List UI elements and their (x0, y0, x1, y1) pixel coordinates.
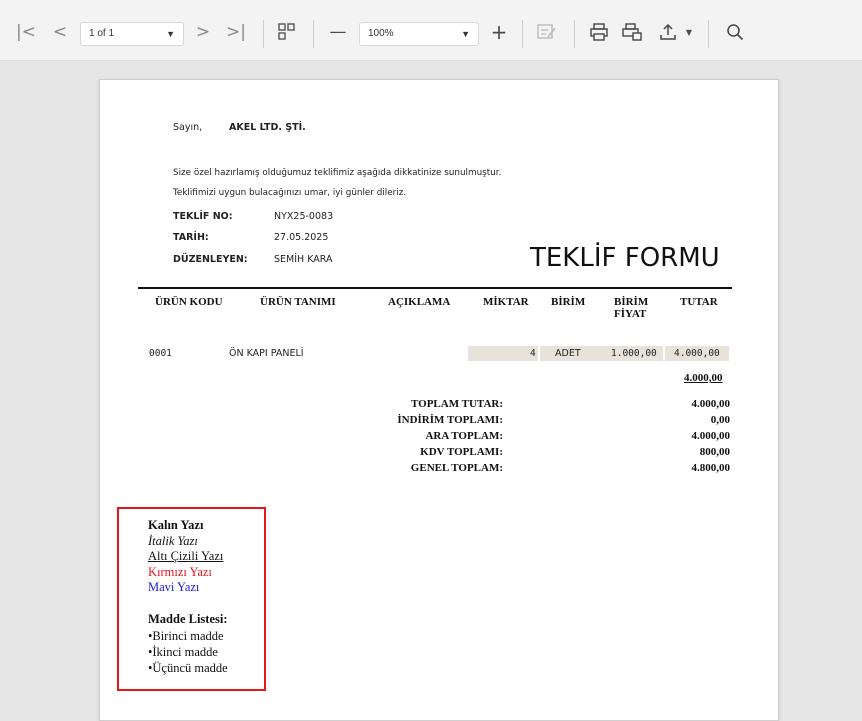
thumbnails-icon[interactable] (277, 22, 297, 42)
total-label-ara: ARA TOPLAM: (425, 430, 503, 442)
note-italic: İtalik Yazı (148, 534, 198, 548)
note-red: Kırmızı Yazı (148, 565, 212, 579)
row-total: 4.000,00 (674, 348, 720, 359)
intro-line-2: Teklifimizi uygun bulacağınızı umar, iyi… (173, 188, 407, 198)
total-value-toplam: 4.000,00 (691, 398, 731, 410)
edit-form-icon[interactable] (537, 22, 557, 42)
column-header-birim-fiyat-line1: BİRİM (614, 296, 649, 308)
last-page-icon[interactable]: >| (226, 22, 246, 42)
next-page-icon[interactable]: > (193, 22, 213, 42)
table-top-rule (138, 287, 732, 289)
toolbar-divider (313, 20, 314, 48)
total-value-kdv: 800,00 (699, 446, 730, 458)
toolbar-divider (574, 20, 575, 48)
column-header-tutar: TUTAR (680, 296, 718, 308)
note-bold: Kalın Yazı (148, 518, 204, 532)
meta-label-tarih: TARİH: (173, 232, 209, 243)
row-price: 1.000,00 (611, 348, 657, 359)
column-header-birim-fiyat: BİRİM FİYAT (614, 296, 648, 320)
greeting-label: Sayın, (173, 122, 203, 133)
row-unit: ADET (555, 348, 581, 359)
column-header-aciklama: AÇIKLAMA (388, 296, 451, 308)
toolbar-divider (708, 20, 709, 48)
meta-label-teklif-no: TEKLİF NO: (173, 211, 233, 222)
customer-name: AKEL LTD. ŞTİ. (229, 122, 306, 133)
note-blue: Mavi Yazı (148, 580, 200, 594)
toolbar-divider (263, 20, 264, 48)
zoom-select-value: 100% (368, 28, 394, 39)
document-page: Sayın, AKEL LTD. ŞTİ. Size özel hazırlam… (99, 79, 779, 721)
meta-label-duzenleyen: DÜZENLEYEN: (173, 254, 248, 265)
export-icon[interactable] (658, 22, 678, 42)
column-header-birim: BİRİM (551, 296, 586, 308)
total-value-ara: 4.000,00 (691, 430, 731, 442)
zoom-select[interactable]: 100% ▼ (359, 22, 479, 46)
total-label-indirim: İNDİRİM TOPLAMI: (397, 414, 503, 426)
list-item: •Birinci madde (148, 629, 224, 643)
total-label-kdv: KDV TOPLAMI: (420, 446, 503, 458)
note-list-title: Madde Listesi: (148, 612, 228, 626)
column-header-urun-kodu: ÜRÜN KODU (155, 296, 223, 308)
qty-cell-bg (468, 346, 538, 361)
row-qty: 4 (530, 348, 536, 359)
total-label-genel: GENEL TOPLAM: (410, 462, 503, 474)
note-underline: Altı Çizili Yazı (148, 549, 224, 563)
zoom-in-icon[interactable]: + (489, 20, 509, 44)
search-icon[interactable] (725, 22, 745, 42)
page-select[interactable]: 1 of 1 ▼ (80, 22, 184, 46)
total-label-toplam: TOPLAM TUTAR: (411, 398, 503, 410)
subtotal-value: 4.000,00 (684, 372, 723, 384)
meta-value-teklif-no: NYX25-0083 (274, 211, 334, 222)
row-code: 0001 (149, 348, 172, 359)
row-name: ÖN KAPI PANELİ (229, 348, 304, 359)
column-header-birim-fiyat-line2: FİYAT (614, 308, 647, 320)
total-value-indirim: 0,00 (710, 414, 730, 426)
first-page-icon[interactable]: |< (16, 22, 36, 42)
print-page-icon[interactable] (622, 22, 642, 42)
zoom-out-icon[interactable]: — (328, 22, 348, 42)
meta-value-tarih: 27.05.2025 (274, 232, 329, 243)
print-icon[interactable] (589, 22, 609, 42)
chevron-down-icon: ▼ (461, 29, 470, 39)
chevron-down-icon: ▼ (166, 29, 175, 39)
total-value-genel: 4.800,00 (691, 462, 731, 474)
list-item: •İkinci madde (148, 645, 218, 659)
page-select-value: 1 of 1 (89, 28, 115, 39)
toolbar-divider (522, 20, 523, 48)
list-item: •Üçüncü madde (148, 661, 228, 675)
viewer-toolbar: |< < 1 of 1 ▼ > >| — 100% ▼ + ▼ (0, 0, 862, 61)
chevron-down-icon[interactable]: ▼ (679, 22, 699, 42)
intro-line-1: Size özel hazırlamış olduğumuz teklifimi… (173, 168, 502, 178)
column-header-miktar: MİKTAR (483, 296, 529, 308)
column-header-urun-tanimi: ÜRÜN TANIMI (260, 296, 336, 308)
prev-page-icon[interactable]: < (50, 22, 70, 42)
meta-value-duzenleyen: SEMİH KARA (274, 254, 333, 265)
document-title: TEKLİF FORMU (530, 243, 720, 273)
